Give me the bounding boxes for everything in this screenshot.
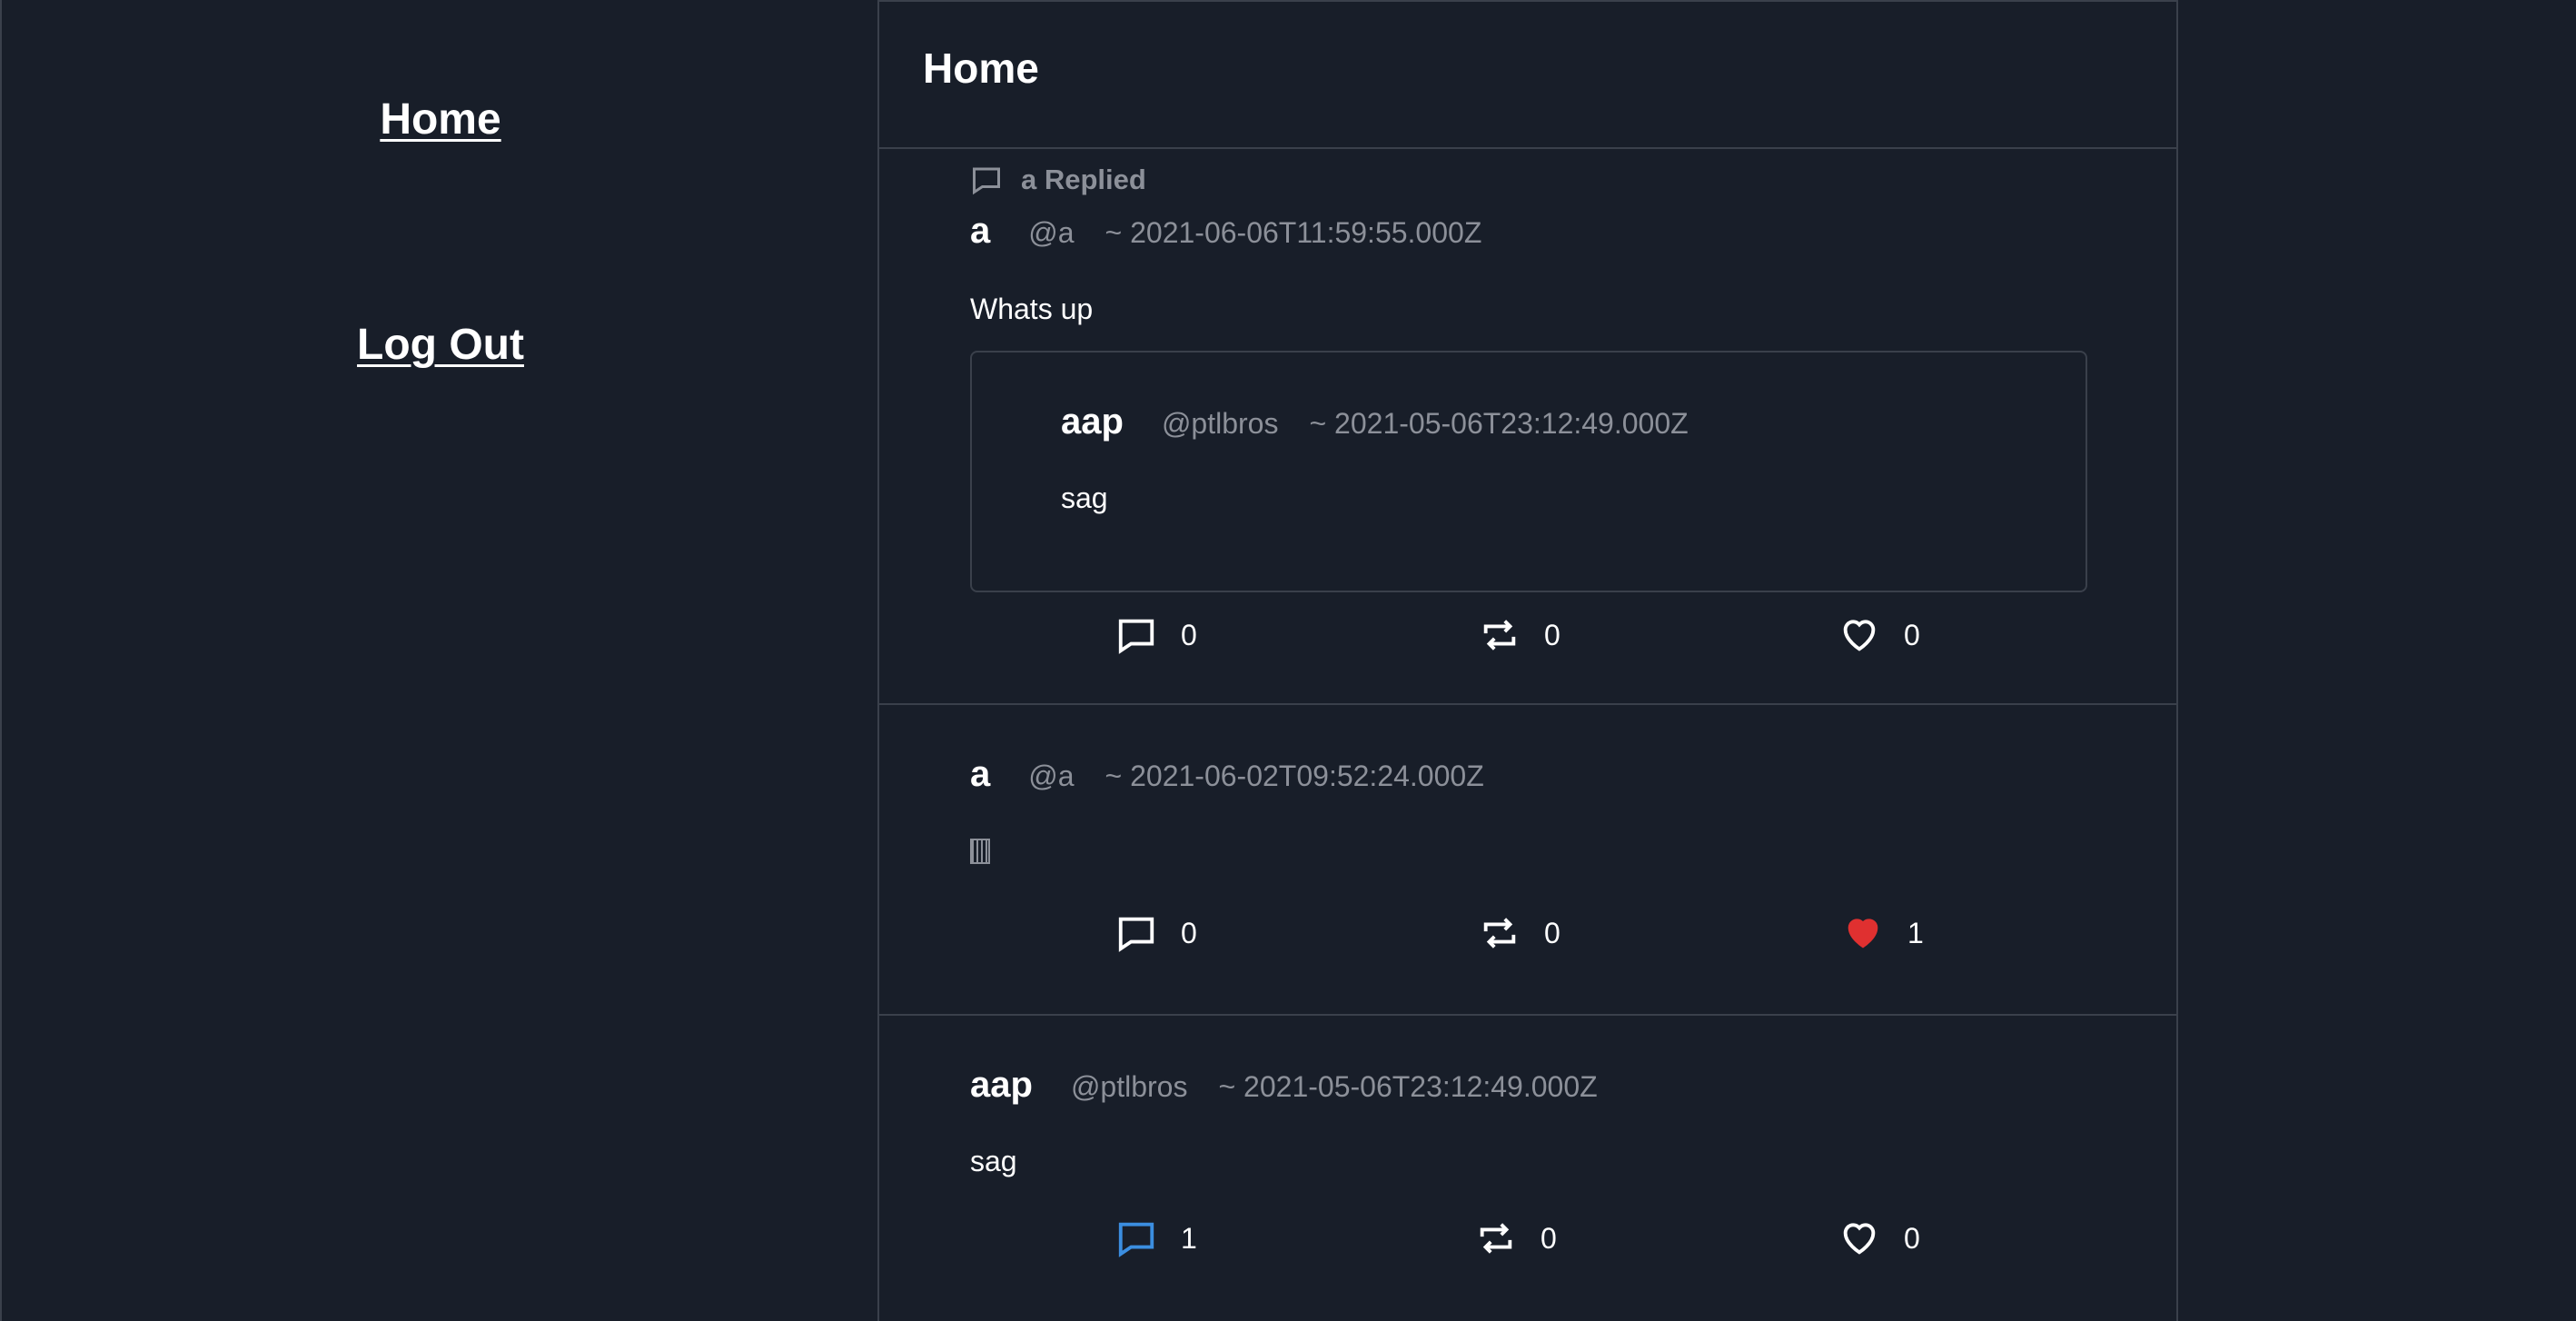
sidebar: Home Log Out [0, 0, 877, 1321]
post-meta: aap @ptlbros ~ 2021-05-06T23:12:49.000Z [970, 1065, 1598, 1106]
retweet-count: 0 [1544, 916, 1560, 949]
author-handle[interactable]: @ptlbros [1071, 1070, 1188, 1104]
post-actions: 0 0 0 [879, 614, 2176, 669]
quoted-author-handle[interactable]: @ptlbros [1162, 407, 1279, 441]
quoted-post-meta: aap @ptlbros ~ 2021-05-06T23:12:49.000Z [1061, 402, 1689, 442]
retweet-count: 0 [1541, 1221, 1557, 1255]
author-handle[interactable]: @a [1028, 760, 1074, 793]
post-text [970, 838, 990, 871]
post[interactable]: a @a ~ 2021-06-02T09:52:24.000Z 0 0 1 [879, 705, 2176, 1016]
heart-outline-icon [1843, 620, 1876, 651]
retweet-button[interactable]: 0 [1475, 1217, 1557, 1259]
author-name[interactable]: a [970, 211, 990, 252]
post-meta: a @a ~ 2021-06-02T09:52:24.000Z [970, 754, 1484, 795]
replied-label: a Replied [1021, 164, 1146, 195]
reply-count: 1 [1181, 1221, 1197, 1255]
comment-icon [1118, 1222, 1154, 1257]
author-name[interactable]: aap [970, 1065, 1033, 1106]
like-button[interactable]: 0 [1838, 614, 1920, 656]
reply-button[interactable]: 1 [1115, 1217, 1197, 1259]
post-time: ~ 2021-06-06T11:59:55.000Z [1105, 216, 1482, 249]
like-count: 0 [1904, 1221, 1920, 1255]
post-actions: 1 0 0 [879, 1217, 2176, 1272]
comment-icon [973, 167, 1000, 195]
like-button[interactable]: 0 [1838, 1217, 1920, 1259]
retweet-button[interactable]: 0 [1479, 614, 1560, 656]
reply-count: 0 [1181, 916, 1197, 949]
replied-indicator: a Replied [970, 164, 1146, 196]
post-actions: 0 0 1 [879, 912, 2176, 967]
retweet-icon [1483, 620, 1516, 651]
feed: Home a Replied a @a ~ 2021-06-06T11:59:5… [877, 0, 2178, 1321]
comment-icon [1118, 917, 1154, 952]
post[interactable]: a Replied a @a ~ 2021-06-06T11:59:55.000… [879, 149, 2176, 705]
author-handle[interactable]: @a [1028, 216, 1074, 250]
post-text: sag [970, 1145, 1017, 1177]
post-meta: a @a ~ 2021-06-06T11:59:55.000Z [970, 211, 1481, 252]
retweet-icon [1483, 918, 1516, 949]
reply-button[interactable]: 0 [1115, 912, 1197, 954]
like-button[interactable]: 1 [1842, 912, 1924, 954]
post-text: Whats up [970, 293, 1094, 325]
quoted-author-name[interactable]: aap [1061, 402, 1124, 442]
heart-outline-icon [1843, 1223, 1876, 1255]
quoted-post-text: sag [1061, 482, 1108, 514]
heart-filled-icon [1848, 919, 1878, 949]
retweet-button[interactable]: 0 [1479, 912, 1560, 954]
nav-home-link[interactable]: Home [2, 94, 879, 144]
post-time: ~ 2021-05-06T23:12:49.000Z [1218, 1070, 1598, 1103]
retweet-icon [1480, 1223, 1512, 1254]
comment-icon [1118, 619, 1154, 654]
page-title: Home [923, 45, 1039, 92]
post[interactable]: aap @ptlbros ~ 2021-05-06T23:12:49.000Z … [879, 1016, 2176, 1321]
unknown-glyph-icon [970, 839, 990, 864]
reply-count: 0 [1181, 618, 1197, 651]
like-count: 1 [1907, 916, 1924, 949]
quoted-post[interactable]: aap @ptlbros ~ 2021-05-06T23:12:49.000Z … [970, 351, 2087, 592]
quoted-post-time: ~ 2021-05-06T23:12:49.000Z [1309, 407, 1689, 440]
post-time: ~ 2021-06-02T09:52:24.000Z [1105, 760, 1484, 792]
nav-logout-link[interactable]: Log Out [2, 320, 879, 370]
retweet-count: 0 [1544, 618, 1560, 651]
reply-button[interactable]: 0 [1115, 614, 1197, 656]
like-count: 0 [1904, 618, 1920, 651]
feed-header: Home [879, 2, 2176, 149]
author-name[interactable]: a [970, 754, 990, 795]
